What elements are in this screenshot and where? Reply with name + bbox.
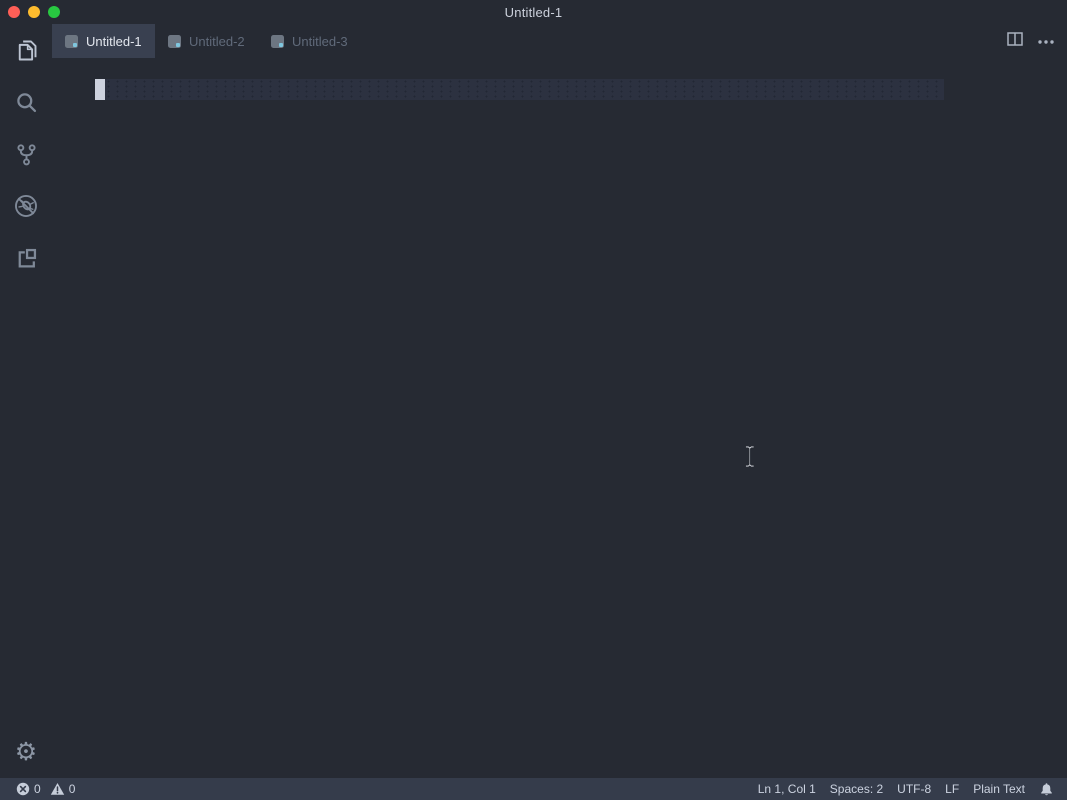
search-icon [13, 89, 40, 116]
editor-actions [1007, 24, 1055, 58]
file-icon [271, 35, 284, 48]
extensions-icon [13, 245, 40, 272]
sidebar-item-explorer[interactable] [0, 24, 52, 76]
split-editor-icon [1007, 32, 1023, 51]
split-editor-button[interactable] [1007, 32, 1023, 51]
minimize-button[interactable] [28, 6, 40, 18]
tab-label: Untitled-2 [189, 34, 245, 49]
status-bar: 0 0 Ln 1, Col 1 Spaces: 2 UTF-8 LF Plain… [0, 778, 1067, 800]
problems-indicator[interactable]: 0 0 [16, 782, 75, 796]
notifications-button[interactable] [1039, 782, 1054, 797]
sidebar-item-search[interactable] [0, 76, 52, 128]
bell-icon [1039, 782, 1054, 797]
tab-untitled-3[interactable]: Untitled-3 [258, 24, 361, 58]
sidebar-item-extensions[interactable] [0, 232, 52, 284]
tab-bar: Untitled-1 Untitled-2 Untitled-3 [52, 24, 1067, 58]
status-left: 0 0 [0, 782, 75, 796]
encoding-setting[interactable]: UTF-8 [897, 782, 931, 796]
settings-button[interactable]: ⚙ [0, 729, 52, 775]
sidebar-item-debug[interactable] [0, 180, 52, 232]
more-actions-button[interactable] [1037, 32, 1055, 50]
file-icon-corner [279, 43, 283, 47]
warning-count: 0 [69, 782, 76, 796]
gear-icon: ⚙ [15, 740, 37, 765]
sidebar-item-source-control[interactable] [0, 128, 52, 180]
tab-untitled-2[interactable]: Untitled-2 [155, 24, 258, 58]
ibeam-mouse-cursor [742, 444, 757, 476]
close-button[interactable] [8, 6, 20, 18]
traffic-lights [8, 0, 60, 24]
titlebar: Untitled-1 [0, 0, 1067, 24]
zoom-button[interactable] [48, 6, 60, 18]
error-icon [16, 782, 30, 796]
tab-untitled-1[interactable]: Untitled-1 [52, 24, 155, 58]
file-icon [168, 35, 181, 48]
window-title: Untitled-1 [505, 5, 563, 20]
cursor-position[interactable]: Ln 1, Col 1 [758, 782, 816, 796]
status-right: Ln 1, Col 1 Spaces: 2 UTF-8 LF Plain Tex… [758, 782, 1067, 797]
editor-area[interactable] [52, 58, 1067, 778]
error-count: 0 [34, 782, 41, 796]
text-cursor [95, 79, 105, 100]
activity-bar: ⚙ [0, 24, 52, 778]
current-line-highlight [95, 79, 944, 100]
files-icon [13, 37, 40, 64]
file-icon-corner [73, 43, 77, 47]
debug-disabled-icon [12, 192, 40, 220]
tab-label: Untitled-3 [292, 34, 348, 49]
more-actions-icon [1037, 32, 1055, 50]
warning-icon [50, 782, 65, 796]
file-icon [65, 35, 78, 48]
tab-label: Untitled-1 [86, 34, 142, 49]
file-icon-corner [176, 43, 180, 47]
vscode-window: Untitled-1 [0, 0, 1067, 800]
eol-setting[interactable]: LF [945, 782, 959, 796]
source-control-icon [13, 141, 40, 168]
indentation-setting[interactable]: Spaces: 2 [830, 782, 883, 796]
language-mode[interactable]: Plain Text [973, 782, 1025, 796]
